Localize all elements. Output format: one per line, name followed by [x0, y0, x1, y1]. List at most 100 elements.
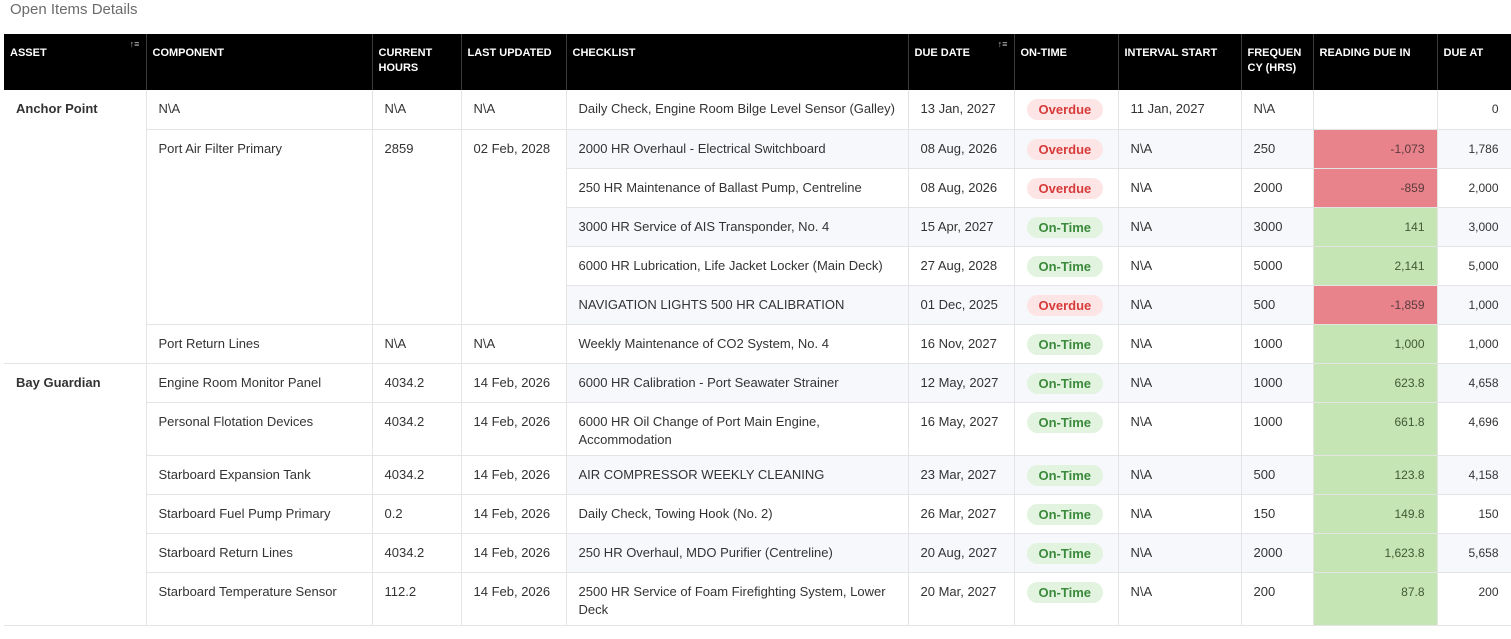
status-badge: On-Time — [1026, 216, 1103, 238]
frequency-cell: 3000 — [1241, 207, 1314, 247]
column-header-label: INTERVAL START — [1124, 47, 1218, 59]
status-badge: On-Time — [1026, 372, 1103, 394]
table-row[interactable]: Starboard Fuel Pump Primary 0.2 14 Feb, 20… — [4, 494, 1511, 534]
on-time-cell: On-Time — [1014, 207, 1119, 247]
table-row[interactable]: Anchor Point N\A N\A N\A Daily Check, Engine… — [4, 90, 1511, 364]
on-time-cell: On-Time — [1014, 402, 1119, 456]
component-cell: Port Air Filter Primary — [146, 129, 373, 325]
due-at-cell: 2,000 — [1437, 168, 1511, 208]
due-at-cell: 5,000 — [1437, 246, 1511, 286]
table-row[interactable]: Starboard Expansion Tank 4034.2 14 Feb, 20… — [4, 455, 1511, 495]
status-badge: Overdue — [1026, 294, 1104, 316]
table-row[interactable]: Starboard Return Lines 4034.2 14 Feb, 2026… — [4, 533, 1511, 573]
reading-due-in-cell: 141 — [1313, 207, 1438, 247]
last-updated-cell: 14 Feb, 2026 — [461, 363, 567, 403]
due-at-cell: 0 — [1437, 90, 1511, 130]
due-date-cell: 20 Mar, 2027 — [908, 572, 1015, 626]
status-badge: On-Time — [1026, 542, 1103, 564]
table-row[interactable]: Port Return Lines N\A N\A Weekly Maintenanc… — [4, 324, 1511, 364]
on-time-cell: On-Time — [1014, 572, 1119, 626]
column-header-on-time[interactable]: ON-TIME — [1014, 34, 1119, 90]
asset-cell: Bay Guardian — [4, 363, 147, 626]
checklist-cell: AIR COMPRESSOR WEEKLY CLEANING — [566, 455, 909, 495]
column-header-label: DUE AT — [1443, 47, 1484, 59]
table-row[interactable]: Personal Flotation Devices 4034.2 14 Feb, … — [4, 402, 1511, 456]
due-date-cell: 12 May, 2027 — [908, 363, 1015, 403]
interval-start-cell: N\A — [1118, 455, 1242, 495]
reading-due-in-cell: 661.8 — [1313, 402, 1438, 456]
due-date-cell: 23 Mar, 2027 — [908, 455, 1015, 495]
table-header-row: ASSET ↑≡ COMPONENT CURRENT HOURS LAST UP… — [4, 34, 1511, 90]
checklist-cell: Daily Check, Towing Hook (No. 2) — [566, 494, 909, 534]
component-cell: Engine Room Monitor Panel — [146, 363, 373, 403]
reading-due-in-cell: 1,000 — [1313, 324, 1438, 364]
interval-start-cell: N\A — [1118, 324, 1242, 364]
interval-start-cell: N\A — [1118, 533, 1242, 573]
sort-icon[interactable]: ↑≡ — [128, 40, 142, 52]
due-date-cell: 27 Aug, 2028 — [908, 246, 1015, 286]
status-badge: Overdue — [1026, 99, 1104, 120]
on-time-cell: Overdue — [1014, 129, 1119, 169]
column-header-component[interactable]: COMPONENT — [146, 34, 373, 90]
reading-due-in-cell: 623.8 — [1313, 363, 1438, 403]
reading-due-in-cell: 123.8 — [1313, 455, 1438, 495]
current-hours-cell: 0.2 — [372, 494, 462, 534]
interval-start-cell: 11 Jan, 2027 — [1118, 90, 1242, 130]
component-cell: Starboard Temperature Sensor — [146, 572, 373, 626]
interval-start-cell: N\A — [1118, 129, 1242, 169]
column-header-frequency[interactable]: FREQUENCY (HRS) — [1241, 34, 1314, 90]
column-header-due-at[interactable]: DUE AT — [1437, 34, 1511, 90]
due-date-cell: 08 Aug, 2026 — [908, 129, 1015, 169]
table-row[interactable]: Starboard Temperature Sensor 112.2 14 Feb,… — [4, 572, 1511, 626]
sort-icon[interactable]: ↑≡ — [996, 40, 1010, 52]
column-header-due-date[interactable]: DUE DATE ↑≡ — [908, 34, 1015, 90]
current-hours-cell: N\A — [372, 90, 462, 130]
current-hours-cell: 4034.2 — [372, 455, 462, 495]
column-header-current-hours[interactable]: CURRENT HOURS — [372, 34, 462, 90]
on-time-cell: On-Time — [1014, 533, 1119, 573]
table-row[interactable]: Port Air Filter Primary 2859 02 Feb, 2028 2… — [4, 129, 1511, 325]
column-header-label: COMPONENT — [152, 47, 225, 59]
on-time-cell: On-Time — [1014, 324, 1119, 364]
column-header-asset[interactable]: ASSET ↑≡ — [4, 34, 147, 90]
due-date-cell: 13 Jan, 2027 — [908, 90, 1015, 130]
frequency-cell: 1000 — [1241, 402, 1314, 456]
reading-due-in-cell: 149.8 — [1313, 494, 1438, 534]
column-header-interval-start[interactable]: INTERVAL START — [1118, 34, 1242, 90]
checklist-cell: NAVIGATION LIGHTS 500 HR CALIBRATION — [566, 285, 909, 325]
due-at-cell: 4,658 — [1437, 363, 1511, 403]
frequency-cell: 2000 — [1241, 168, 1314, 208]
frequency-cell: 250 — [1241, 129, 1314, 169]
current-hours-cell: 112.2 — [372, 572, 462, 626]
reading-due-in-cell: -1,859 — [1313, 285, 1438, 325]
component-cell: N\A — [146, 90, 373, 130]
due-at-cell: 4,158 — [1437, 455, 1511, 495]
column-header-last-updated[interactable]: LAST UPDATED — [461, 34, 567, 90]
interval-start-cell: N\A — [1118, 285, 1242, 325]
column-header-label: READING DUE IN — [1319, 47, 1411, 59]
frequency-cell: 1000 — [1241, 324, 1314, 364]
due-date-cell: 01 Dec, 2025 — [908, 285, 1015, 325]
component-cell: Starboard Fuel Pump Primary — [146, 494, 373, 534]
column-header-checklist[interactable]: CHECKLIST — [566, 34, 909, 90]
interval-start-cell: N\A — [1118, 168, 1242, 208]
interval-start-cell: N\A — [1118, 494, 1242, 534]
table-body: Anchor Point N\A N\A N\A Daily Check, Engine… — [4, 90, 1511, 626]
on-time-cell: On-Time — [1014, 363, 1119, 403]
column-header-reading-due-in[interactable]: READING DUE IN — [1313, 34, 1438, 90]
due-date-cell: 26 Mar, 2027 — [908, 494, 1015, 534]
last-updated-cell: 14 Feb, 2026 — [461, 494, 567, 534]
table-row[interactable]: Bay Guardian Engine Room Monitor Panel 403… — [4, 363, 1511, 626]
due-date-cell: 20 Aug, 2027 — [908, 533, 1015, 573]
due-at-cell: 1,000 — [1437, 285, 1511, 325]
due-date-cell: 16 Nov, 2027 — [908, 324, 1015, 364]
component-cell: Personal Flotation Devices — [146, 402, 373, 456]
status-badge: On-Time — [1026, 581, 1103, 603]
on-time-cell: Overdue — [1014, 90, 1119, 130]
frequency-cell: 200 — [1241, 572, 1314, 626]
on-time-cell: On-Time — [1014, 494, 1119, 534]
frequency-cell: 150 — [1241, 494, 1314, 534]
due-at-cell: 1,000 — [1437, 324, 1511, 364]
status-badge: On-Time — [1026, 333, 1103, 355]
last-updated-cell: N\A — [461, 324, 567, 364]
